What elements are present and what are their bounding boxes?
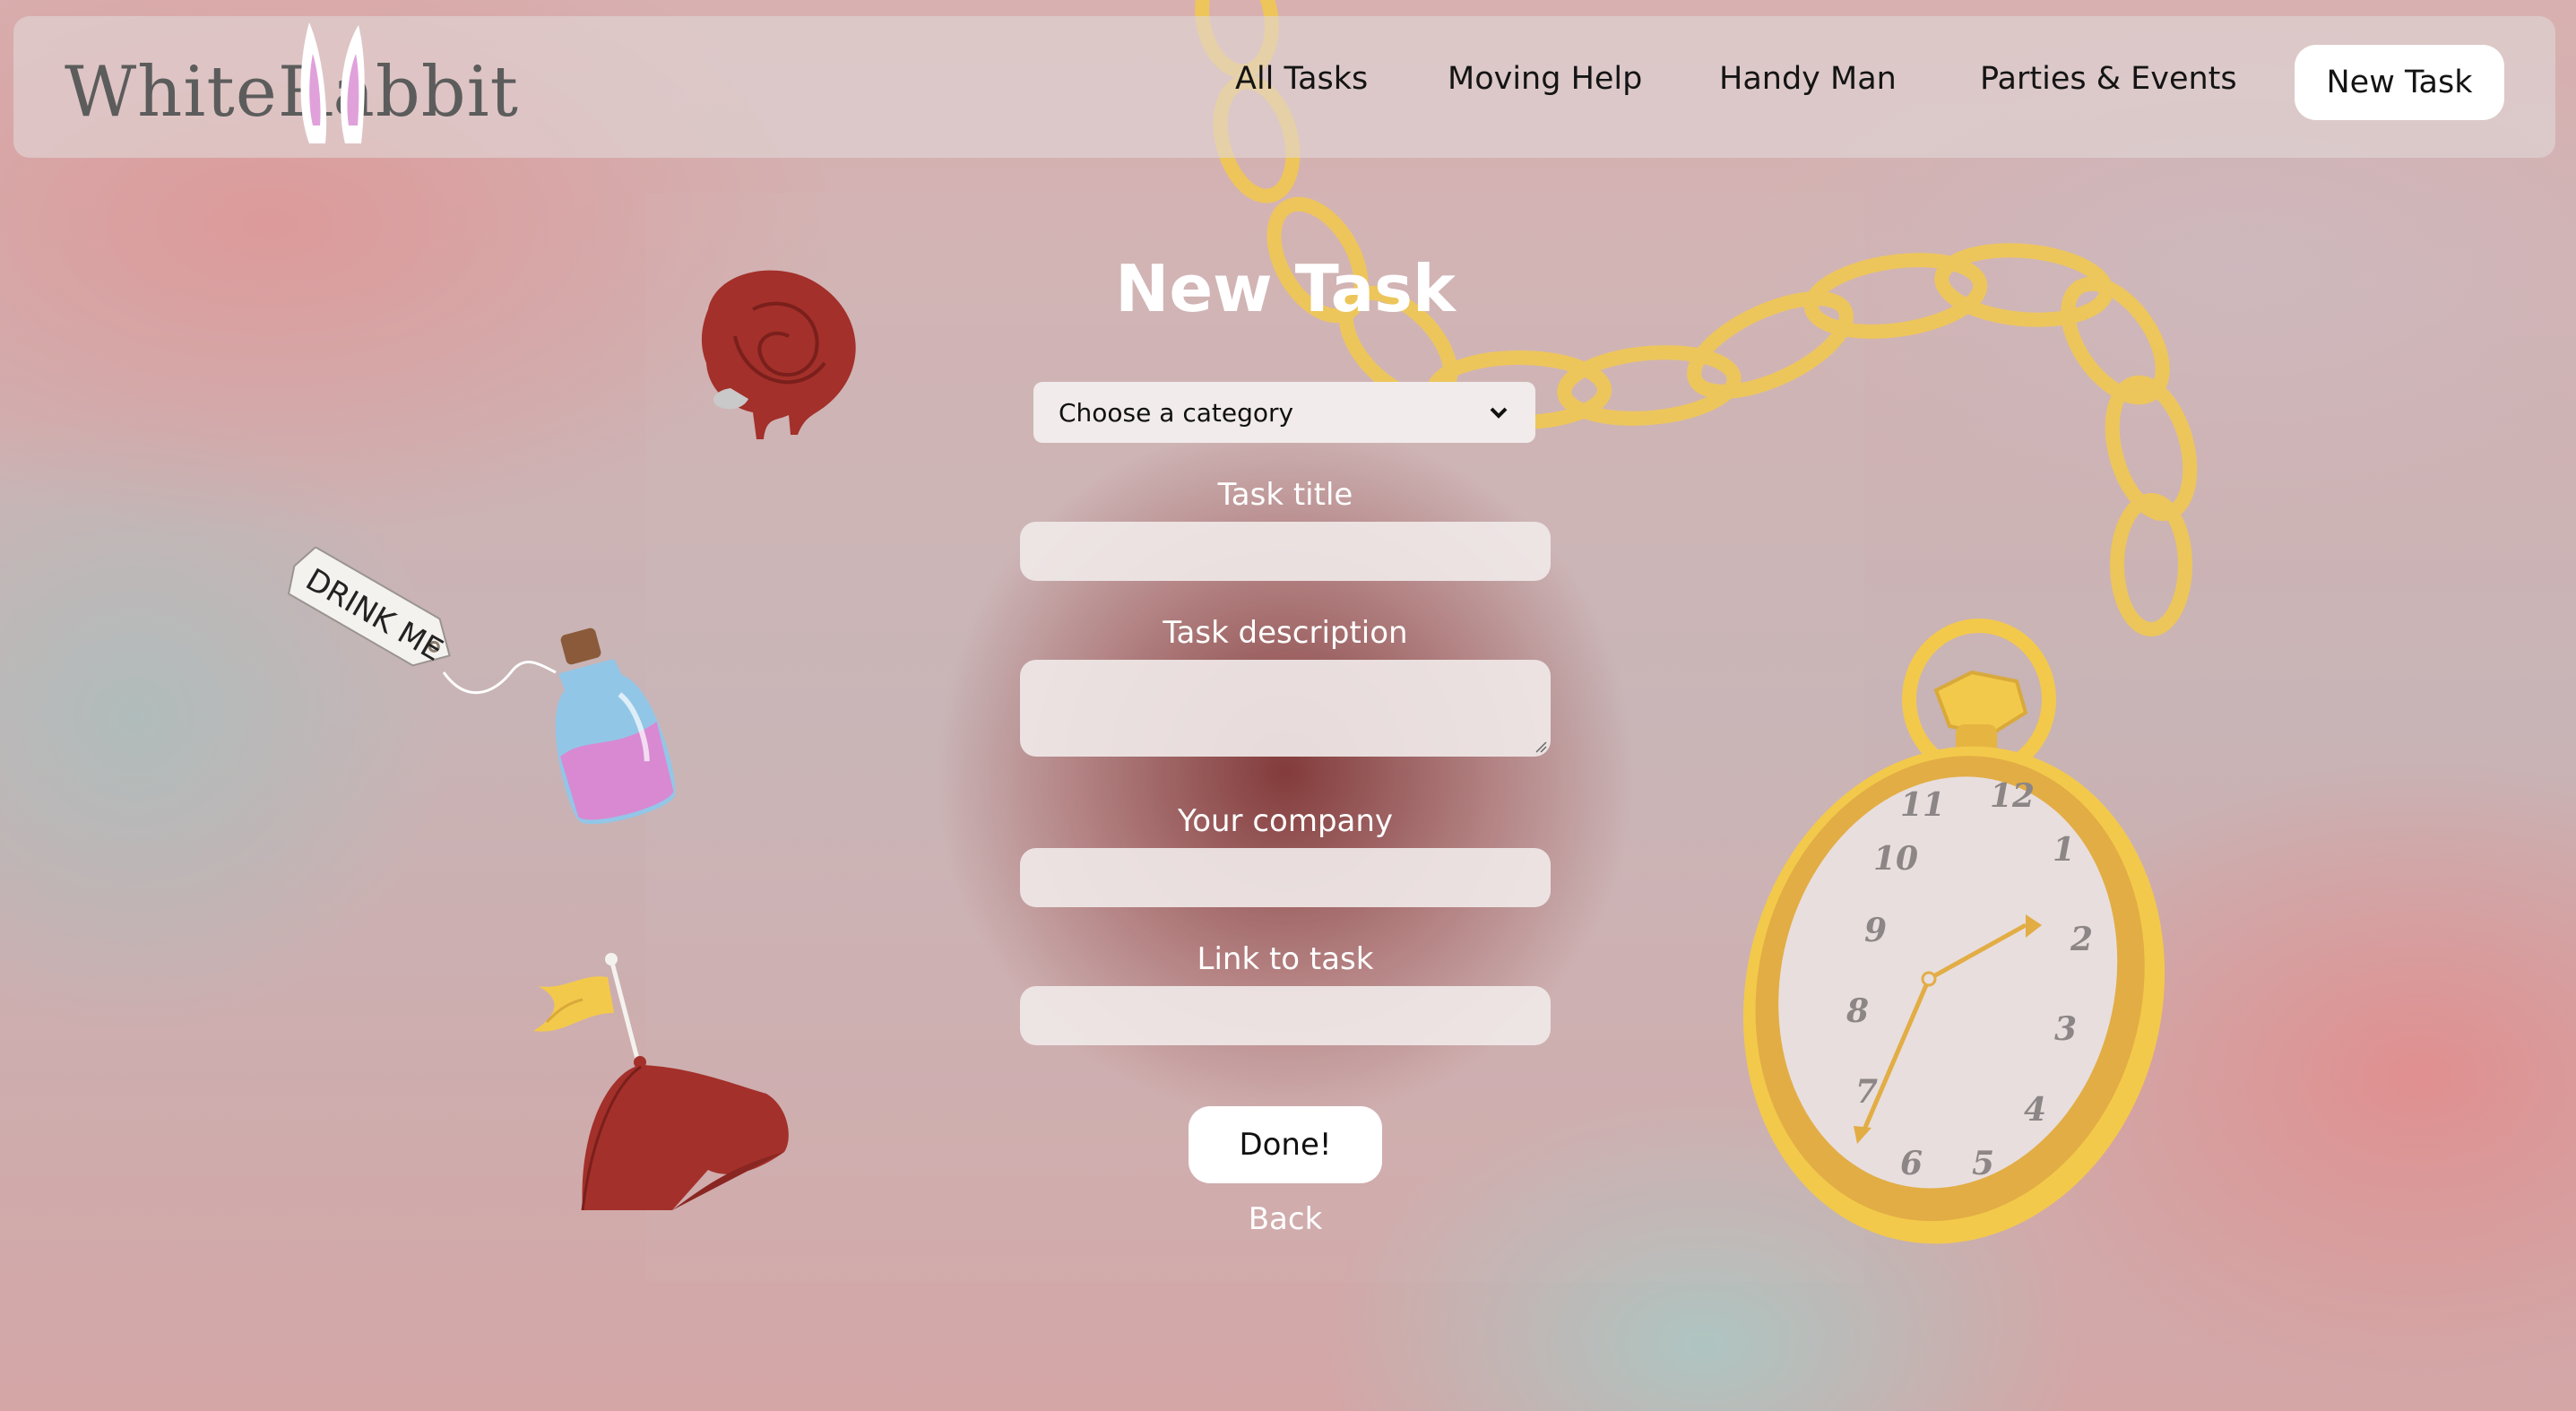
clock-number: 4 — [2024, 1091, 2046, 1129]
potion-bottle-icon — [555, 628, 676, 825]
nav-moving-help[interactable]: Moving Help — [1448, 61, 1642, 97]
resize-handle-icon[interactable] — [1534, 740, 1547, 753]
company-input[interactable] — [1020, 848, 1551, 907]
task-title-label: Task title — [1217, 477, 1353, 513]
clock-number: 1 — [2053, 831, 2075, 869]
clock-number: 5 — [1972, 1145, 1994, 1182]
nav-handy-man[interactable]: Handy Man — [1719, 61, 1897, 97]
pocket-watch-icon: 12 1 2 3 4 5 6 7 8 9 10 11 — [1742, 619, 2165, 1244]
company-label: Your company — [1177, 803, 1394, 839]
task-description-textarea[interactable] — [1020, 660, 1551, 757]
link-input[interactable] — [1020, 986, 1551, 1045]
page-title: New Task — [1115, 251, 1456, 326]
back-link[interactable]: Back — [1196, 1201, 1375, 1237]
link-label: Link to task — [1197, 941, 1374, 977]
clock-number: 3 — [2054, 1010, 2077, 1048]
clock-number: 11 — [1900, 786, 1945, 824]
nav-links: All Tasks Moving Help Handy Man Parties … — [0, 45, 2576, 117]
done-button[interactable]: Done! — [1189, 1106, 1382, 1183]
nav-all-tasks[interactable]: All Tasks — [1235, 61, 1368, 97]
clock-number: 10 — [1873, 840, 1918, 878]
rose-icon — [701, 270, 856, 439]
clock-number: 12 — [1990, 777, 2035, 815]
clock-number: 7 — [1855, 1073, 1878, 1111]
clock-number: 8 — [1846, 992, 1869, 1030]
nav-parties-events[interactable]: Parties & Events — [1980, 61, 2237, 97]
task-title-input[interactable] — [1020, 522, 1551, 581]
task-description-label: Task description — [1163, 615, 1408, 651]
category-select-value: Choose a category — [1059, 397, 1294, 428]
clock-number: 2 — [2070, 921, 2093, 958]
clock-number: 6 — [1900, 1145, 1923, 1182]
red-cap-icon — [533, 953, 789, 1211]
clock-number: 9 — [1864, 912, 1887, 949]
new-task-nav-button[interactable]: New Task — [2295, 45, 2504, 120]
category-select[interactable]: Choose a category — [1033, 382, 1535, 443]
chevron-down-icon — [1490, 407, 1508, 419]
